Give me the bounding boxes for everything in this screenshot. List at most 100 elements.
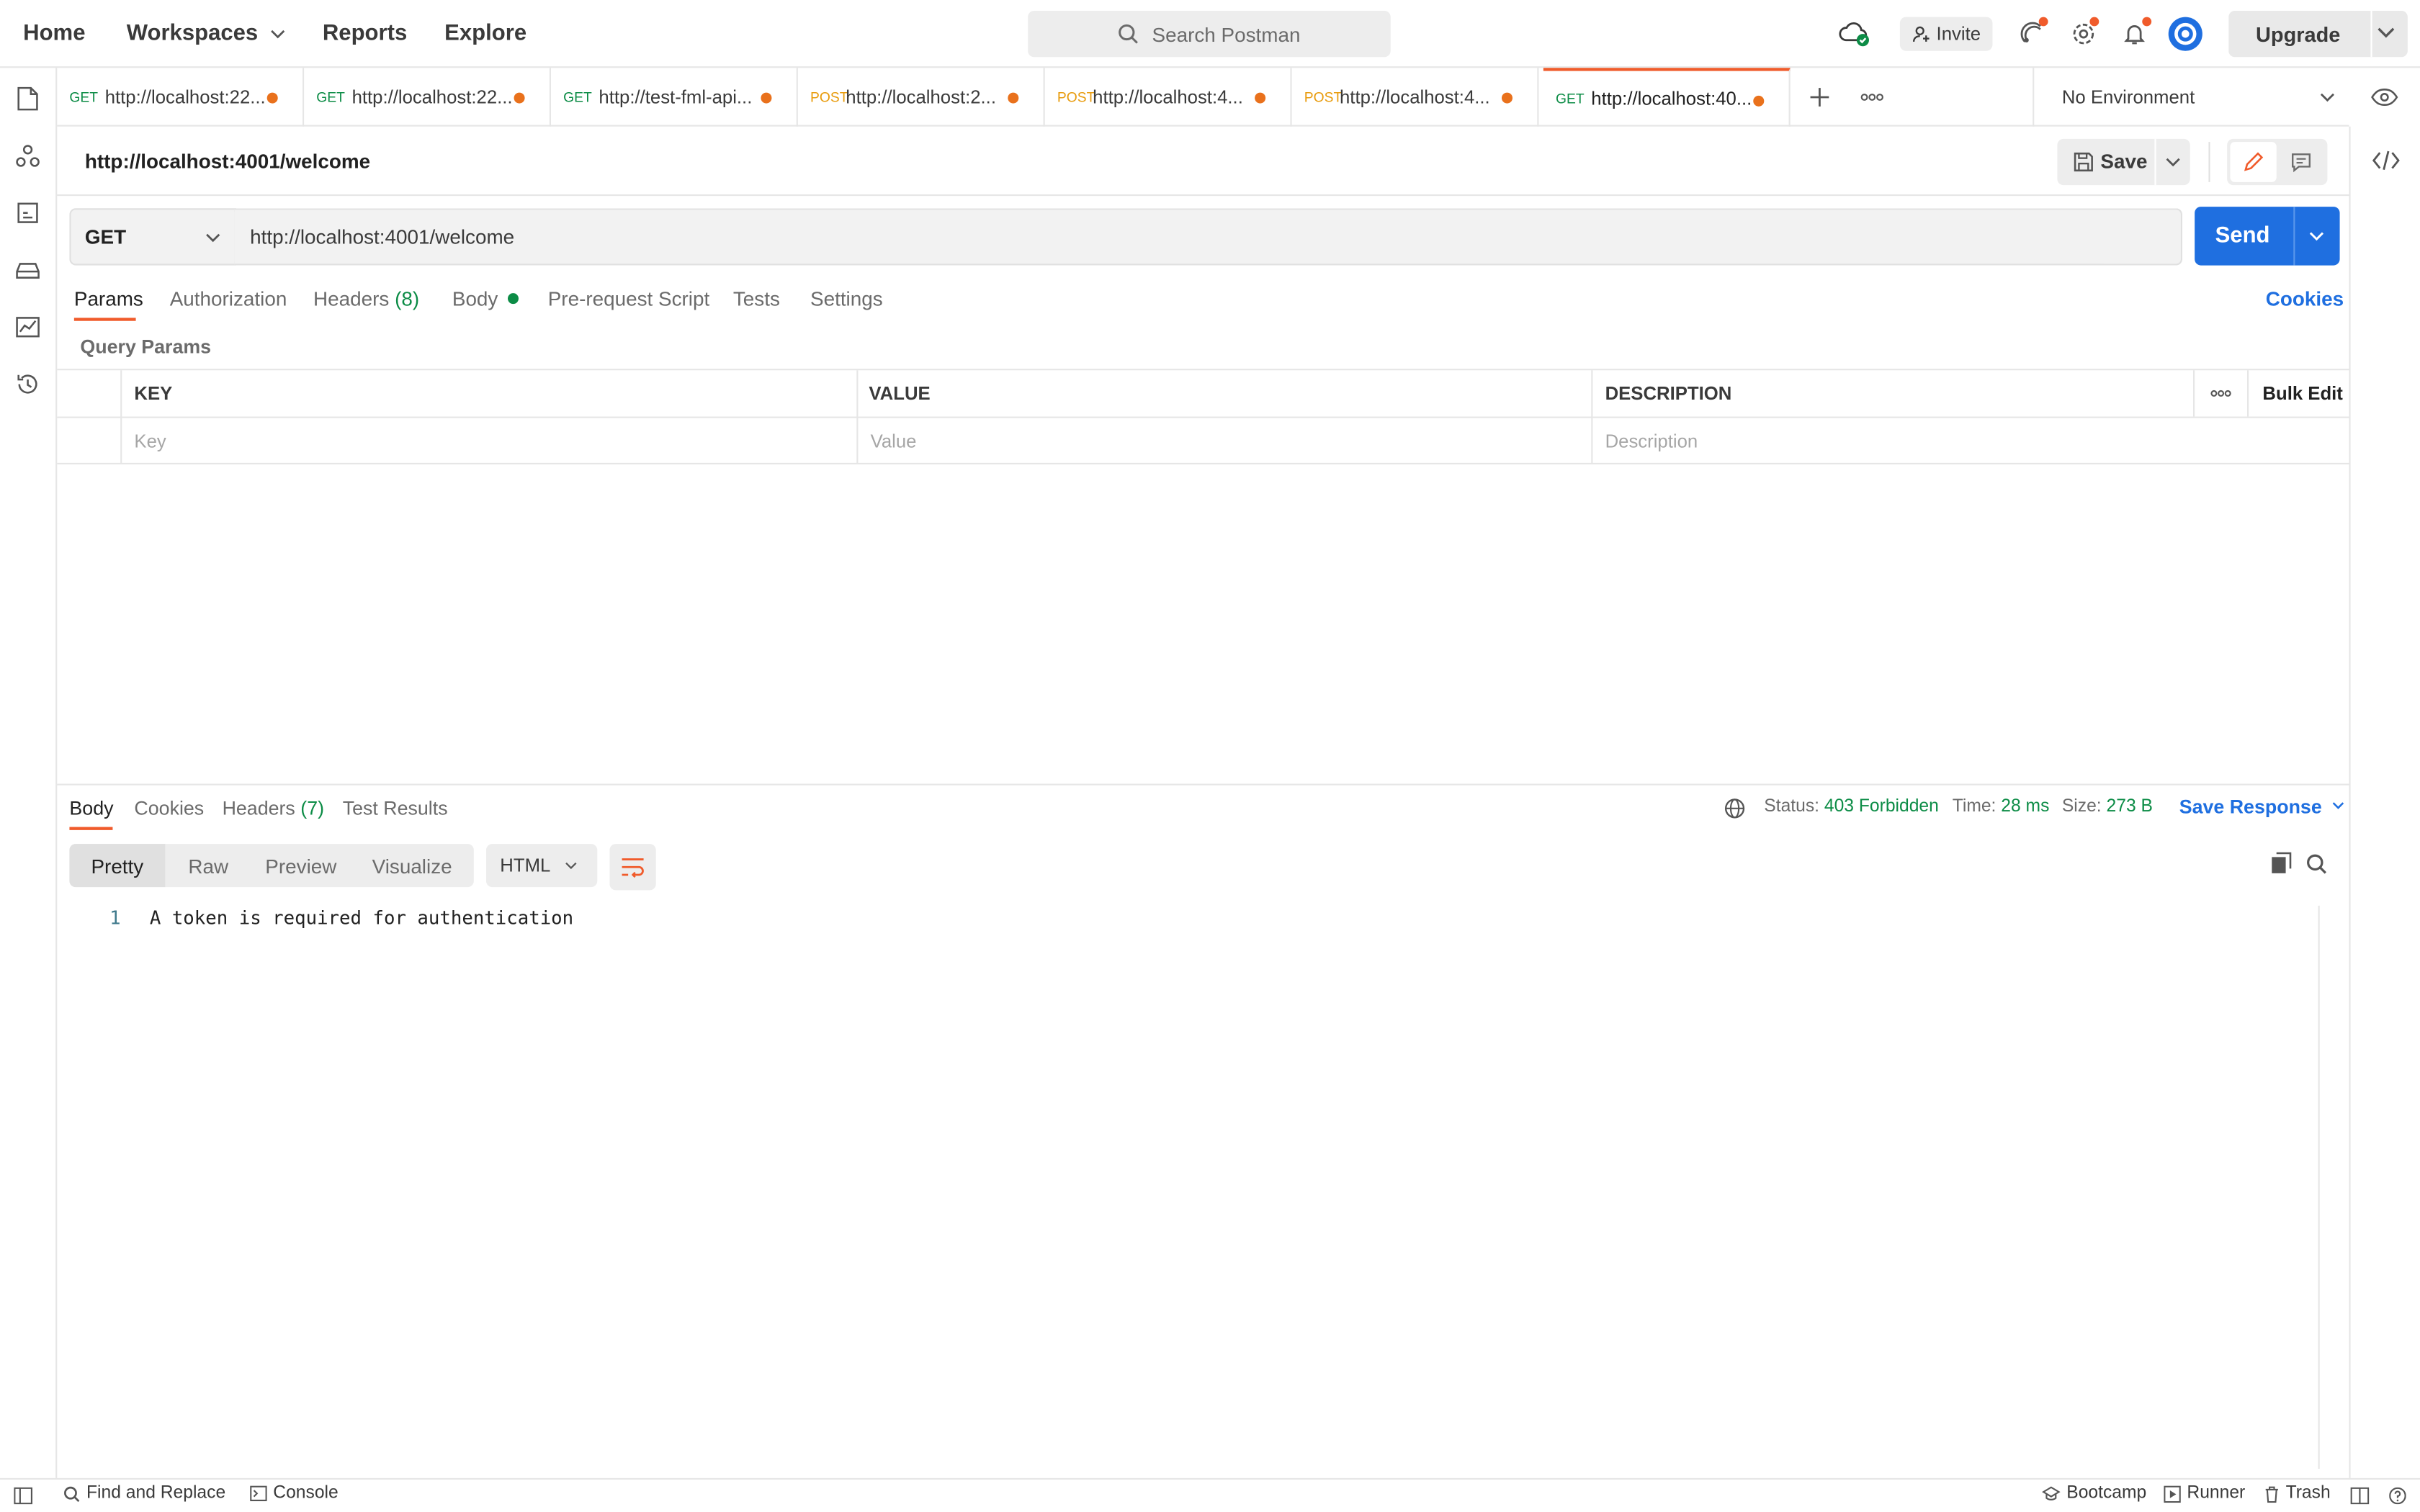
request-tab[interactable]: POST http://localhost:4... — [1045, 68, 1292, 127]
view-mode-segmented: Pretty Raw Preview Visualize — [69, 844, 474, 888]
tab-headers[interactable]: Headers (8) — [313, 287, 419, 310]
view-pretty[interactable]: Pretty — [69, 844, 166, 888]
url-input[interactable]: http://localhost:4001/welcome — [234, 208, 2182, 266]
gear-icon[interactable] — [2065, 15, 2102, 52]
find-replace-button[interactable]: Find and Replace — [63, 1484, 225, 1503]
chevron-down-icon — [270, 26, 285, 41]
request-name[interactable]: http://localhost:4001/welcome — [85, 150, 370, 173]
response-tab-test-results[interactable]: Test Results — [343, 798, 448, 819]
collections-icon[interactable] — [14, 85, 42, 113]
chevron-down-icon[interactable] — [2164, 154, 2182, 169]
toggle-sidebar-icon[interactable] — [14, 1487, 32, 1505]
trash-button[interactable]: Trash — [2264, 1484, 2331, 1503]
unsaved-dot — [1502, 92, 1512, 104]
size-info[interactable]: Size: 273 B — [2062, 798, 2153, 816]
search-icon — [63, 1485, 81, 1503]
edit-mode-button[interactable] — [2230, 142, 2277, 182]
copy-icon[interactable] — [2270, 852, 2292, 875]
monitors-icon[interactable] — [14, 313, 42, 341]
tab-params[interactable]: Params — [74, 287, 143, 310]
view-preview[interactable]: Preview — [251, 844, 350, 887]
nav-home-label: Home — [23, 22, 86, 47]
two-pane-icon[interactable] — [2350, 1487, 2370, 1505]
response-tab-cookies-label: Cookies — [134, 797, 205, 819]
eye-icon[interactable] — [2370, 85, 2398, 109]
pane-divider[interactable] — [57, 783, 2349, 786]
tab-body[interactable]: Body — [452, 287, 519, 310]
history-icon[interactable] — [14, 370, 42, 398]
environment-label: No Environment — [2061, 85, 2195, 107]
send-button[interactable]: Send — [2195, 207, 2340, 266]
divider — [2247, 370, 2249, 417]
request-tab[interactable]: GET http://localhost:22... — [304, 68, 551, 127]
time-info[interactable]: Time: 28 ms — [1953, 798, 2050, 816]
divider — [1591, 370, 1593, 464]
bootcamp-button[interactable]: Bootcamp — [2042, 1484, 2146, 1503]
mock-servers-icon[interactable] — [14, 256, 42, 284]
tab-prerequest-script[interactable]: Pre-request Script — [548, 287, 709, 310]
divider — [2293, 207, 2295, 266]
satellite-icon[interactable] — [2014, 15, 2051, 52]
status-info[interactable]: Status: 403 Forbidden — [1764, 798, 1939, 816]
cloud-sync-icon[interactable] — [1835, 15, 1876, 52]
save-button[interactable]: Save — [2057, 138, 2190, 186]
send-label: Send — [2215, 223, 2270, 248]
avatar[interactable] — [2168, 17, 2202, 51]
help-icon[interactable] — [2389, 1487, 2406, 1505]
more-horizontal-icon[interactable] — [1858, 85, 1886, 109]
chevron-down-icon[interactable] — [2377, 23, 2396, 42]
save-label: Save — [2100, 149, 2148, 173]
format-select[interactable]: HTML — [486, 844, 598, 888]
search-icon[interactable] — [2305, 853, 2327, 875]
key-input[interactable]: Key — [134, 431, 166, 452]
plus-icon[interactable] — [1807, 85, 1832, 109]
more-horizontal-icon[interactable] — [2210, 389, 2232, 398]
bell-icon[interactable] — [2116, 15, 2153, 52]
code-icon[interactable] — [2372, 148, 2401, 173]
apis-icon[interactable] — [14, 142, 42, 170]
save-response-label: Save Response — [2179, 796, 2322, 818]
cookies-link[interactable]: Cookies — [2266, 287, 2344, 310]
request-tab[interactable]: POST http://localhost:4... — [1292, 68, 1539, 127]
view-visualize[interactable]: Visualize — [350, 844, 473, 887]
find-replace-label: Find and Replace — [86, 1484, 226, 1503]
console-button[interactable]: Console — [250, 1484, 339, 1503]
environment-selector[interactable]: No Environment — [2033, 68, 2349, 127]
request-tab[interactable]: GET http://test-fml-api... — [551, 68, 798, 127]
tab-url: http://localhost:4... — [1340, 86, 1490, 108]
divider — [2208, 142, 2210, 182]
nav-reports[interactable]: Reports — [323, 0, 407, 68]
notification-dot — [2038, 17, 2048, 27]
status-value: 403 Forbidden — [1824, 797, 1939, 816]
comments-button[interactable] — [2278, 142, 2324, 182]
response-tab-body-label: Body — [69, 797, 114, 819]
bulk-edit-button[interactable]: Bulk Edit — [2262, 382, 2342, 404]
tab-tests[interactable]: Tests — [733, 287, 780, 310]
wrap-lines-button[interactable] — [609, 844, 656, 891]
runner-button[interactable]: Runner — [2164, 1484, 2245, 1503]
request-tab-active[interactable]: GET http://localhost:40... — [1543, 68, 1791, 127]
nav-explore[interactable]: Explore — [444, 0, 526, 68]
search-bar[interactable]: Search Postman — [1028, 11, 1391, 58]
environments-icon[interactable] — [14, 199, 42, 227]
view-raw[interactable]: Raw — [165, 844, 251, 887]
globe-icon[interactable] — [1724, 798, 1746, 819]
response-tab-cookies[interactable]: Cookies — [134, 798, 204, 819]
description-input[interactable]: Description — [1605, 431, 1698, 452]
tab-settings[interactable]: Settings — [810, 287, 883, 310]
chevron-down-icon[interactable] — [2308, 228, 2326, 243]
upgrade-button[interactable]: Upgrade — [2228, 11, 2408, 58]
save-response-button[interactable]: Save Response — [2179, 796, 2347, 818]
nav-workspaces[interactable]: Workspaces — [127, 0, 286, 68]
invite-button[interactable]: Invite — [1899, 17, 1993, 51]
nav-home[interactable]: Home — [23, 0, 85, 68]
scrollbar[interactable] — [2318, 905, 2343, 1469]
response-tab-body[interactable]: Body — [69, 798, 113, 819]
request-tab[interactable]: GET http://localhost:22... — [57, 68, 305, 127]
request-tab[interactable]: POST http://localhost:2... — [798, 68, 1045, 127]
unsaved-dot — [1008, 92, 1019, 104]
value-input[interactable]: Value — [871, 431, 917, 452]
tab-authorization[interactable]: Authorization — [170, 287, 287, 310]
response-tab-headers[interactable]: Headers (7) — [223, 798, 324, 819]
method-select[interactable]: GET — [69, 208, 236, 266]
